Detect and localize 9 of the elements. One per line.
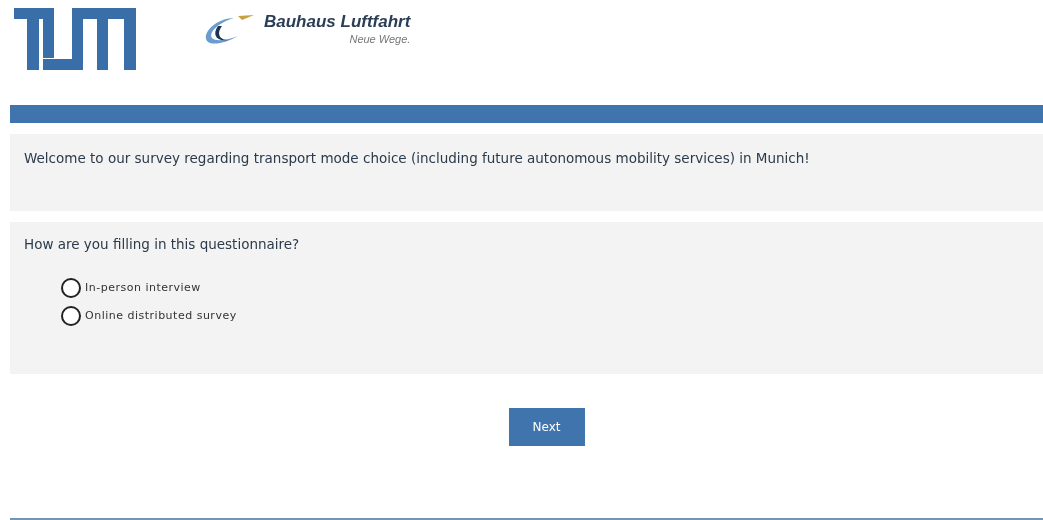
radio-button[interactable] (61, 278, 81, 299)
radio-button[interactable] (61, 306, 81, 327)
question-text: How are you filling in this questionnaire? (24, 235, 301, 254)
welcome-text: Welcome to our survey regarding transport mode choice (including future autonomous mobility services) in Munich! (10, 134, 1043, 211)
logo-text: Bauhaus Luftfahrt (264, 13, 411, 30)
logo-tagline: Neue Wege. (349, 34, 411, 45)
next-button[interactable]: Next (508, 408, 585, 446)
option-label[interactable]: Online distributed survey (85, 308, 237, 325)
option-label[interactable]: In-person interview (85, 280, 201, 297)
